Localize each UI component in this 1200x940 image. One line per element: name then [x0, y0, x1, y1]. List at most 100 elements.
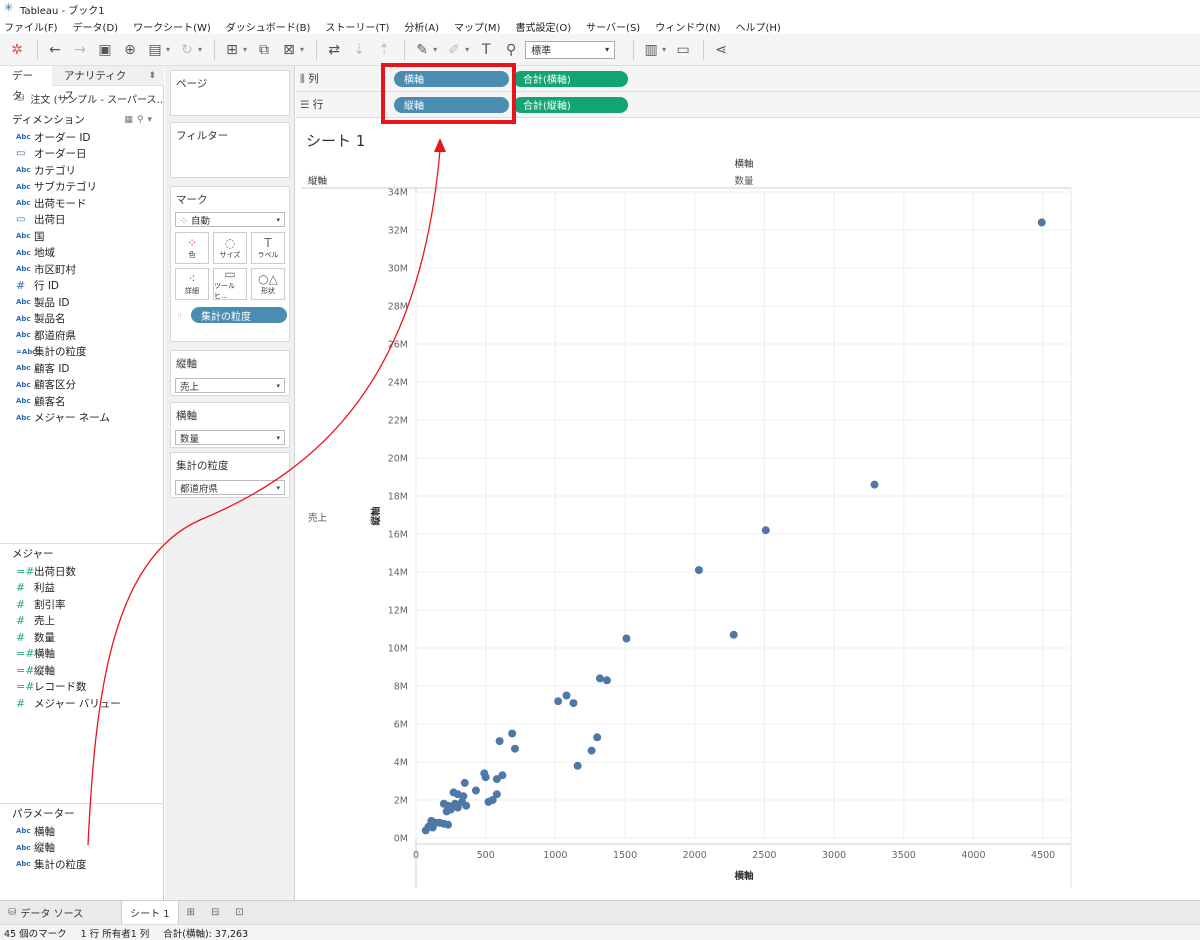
redo-icon[interactable]: → [69, 39, 91, 61]
fit-select[interactable]: 標準 ▾ [525, 40, 616, 59]
dimension-item[interactable]: =Abc 集計の粒度 [0, 344, 164, 361]
mark-button[interactable]: ⁖ 詳細 [175, 268, 209, 300]
undo-icon[interactable]: ← [44, 39, 66, 61]
datasource-item[interactable]: ⛁ 注文 (サンプル - スーパース… [0, 88, 164, 108]
dimension-name: 製品 ID [34, 296, 70, 309]
dimension-item[interactable]: Abc 製品 ID [0, 294, 164, 311]
dimension-item[interactable]: Abc オーダー ID [0, 129, 164, 146]
menu-format[interactable]: 書式設定(O) [515, 19, 571, 34]
measure-item[interactable]: # 数量 [0, 629, 164, 646]
menu-server[interactable]: サーバー(S) [586, 19, 640, 34]
menu-help[interactable]: ヘルプ(H) [736, 19, 781, 34]
menu-data[interactable]: データ(D) [73, 19, 119, 34]
tab-datasource[interactable]: ⛁ データ ソース [0, 901, 91, 925]
fix-axes-icon[interactable]: ⚲ [500, 39, 522, 61]
database-icon: ⛁ [8, 907, 17, 918]
measure-item[interactable]: # 売上 [0, 613, 164, 630]
columns-pill-sum[interactable]: 合計(横軸) [513, 70, 628, 87]
dimension-item[interactable]: Abc 製品名 [0, 311, 164, 328]
dimension-item[interactable]: Abc 顧客名 [0, 393, 164, 410]
parameter-select[interactable]: 売上 ▾ [175, 378, 285, 393]
sort-descending-icon[interactable]: ⇡ [373, 39, 395, 61]
measure-item[interactable]: =# レコード数 [0, 679, 164, 696]
mark-button-label: ツールヒ… [214, 282, 235, 300]
scatter-point [508, 729, 517, 738]
show-me-icon[interactable]: ▥ [640, 39, 662, 61]
menu-worksheet[interactable]: ワークシート(W) [133, 19, 211, 34]
pause-updates-icon[interactable]: ▤ [144, 39, 166, 61]
dimension-item[interactable]: Abc 顧客 ID [0, 360, 164, 377]
mark-type-select[interactable]: ⁘ 自動 ▾ [175, 212, 285, 227]
dimension-item[interactable]: ▭ オーダー日 [0, 146, 164, 163]
tableau-home-icon[interactable]: ✲ [6, 39, 28, 61]
dimension-item[interactable]: Abc 出荷モード [0, 195, 164, 212]
measure-item[interactable]: =# 出荷日数 [0, 563, 164, 580]
mark-button[interactable]: ○△ 形状 [251, 268, 285, 300]
dimension-tools-icon[interactable]: ▦⚲▾ [124, 112, 164, 129]
mark-button[interactable]: ▭ ツールヒ… [213, 267, 247, 300]
measure-item[interactable]: # 利益 [0, 580, 164, 597]
menu-dashboard[interactable]: ダッシュボード(B) [226, 19, 311, 34]
dimension-type-icon: # [16, 279, 26, 293]
save-icon[interactable]: ▣ [94, 39, 116, 61]
menu-map[interactable]: マップ(M) [454, 19, 500, 34]
new-worksheet-icon[interactable]: ⊞ [221, 39, 243, 61]
dimension-item[interactable]: # 行 ID [0, 278, 164, 295]
mark-button[interactable]: T ラベル [251, 232, 285, 264]
parameter-item[interactable]: Abc 縦軸 [0, 840, 164, 857]
duplicate-sheet-icon[interactable]: ⧉ [253, 39, 275, 61]
scatter-chart[interactable]: 横軸数量縦軸売上0M2M4M6M8M10M12M14M16M18M20M22M2… [296, 118, 1200, 900]
x-tick-label: 2000 [683, 850, 707, 861]
group-members-icon[interactable]: ✐ [443, 39, 465, 61]
sheet-tabs-bar: ⛁ データ ソース シート 1 ⊞ ⊟ ⊡ [0, 900, 1200, 925]
parameter-select[interactable]: 数量 ▾ [175, 430, 285, 445]
measure-item[interactable]: # 割引率 [0, 596, 164, 613]
swap-rows-columns-icon[interactable]: ⇄ [323, 39, 345, 61]
dimension-item[interactable]: ▭ 出荷日 [0, 212, 164, 229]
dimension-name: カテゴリ [34, 164, 76, 177]
parameter-select[interactable]: 都道府県 ▾ [175, 480, 285, 495]
rows-pill-sum[interactable]: 合計(縦軸) [513, 96, 628, 113]
share-icon[interactable]: ⋖ [710, 39, 732, 61]
parameter-type-icon: Abc [16, 827, 31, 836]
measure-item[interactable]: =# 横軸 [0, 646, 164, 663]
show-mark-labels-icon[interactable]: T [475, 39, 497, 61]
measure-item[interactable]: # メジャー バリュー [0, 695, 164, 712]
dimension-item[interactable]: Abc 市区町村 [0, 261, 164, 278]
parameter-item[interactable]: Abc 横軸 [0, 823, 164, 840]
menu-file[interactable]: ファイル(F) [4, 19, 58, 34]
dimension-item[interactable]: Abc 地域 [0, 245, 164, 262]
dimension-item[interactable]: Abc 国 [0, 228, 164, 245]
dimension-item[interactable]: Abc カテゴリ [0, 162, 164, 179]
highlight-icon[interactable]: ✎ [411, 39, 433, 61]
scatter-point [761, 526, 770, 535]
scatter-point [595, 674, 604, 683]
dimension-item[interactable]: Abc 顧客区分 [0, 377, 164, 394]
filters-card[interactable]: フィルター [170, 122, 290, 178]
tab-data[interactable]: データ [0, 66, 53, 102]
menu-story[interactable]: ストーリー(T) [325, 19, 389, 34]
scatter-point [484, 797, 493, 806]
tab-analytics[interactable]: アナリティクス [52, 66, 140, 102]
presentation-mode-icon[interactable]: ▭ [672, 39, 694, 61]
mark-button[interactable]: ◌ サイズ [213, 232, 247, 264]
tab-sheet1[interactable]: シート 1 [121, 900, 179, 925]
menu-window[interactable]: ウィンドウ(N) [655, 19, 720, 34]
new-dashboard-icon[interactable]: ⊟ [203, 901, 227, 925]
new-story-icon[interactable]: ⊡ [227, 901, 251, 925]
new-datasource-icon[interactable]: ⊕ [119, 39, 141, 61]
pages-card[interactable]: ページ [170, 70, 290, 116]
measure-item[interactable]: =# 縦軸 [0, 662, 164, 679]
clear-sheet-icon[interactable]: ⊠ [278, 39, 300, 61]
refresh-icon[interactable]: ↻ [176, 39, 198, 61]
detail-pill[interactable]: 集計の粒度 [191, 307, 287, 323]
dimension-item[interactable]: Abc メジャー ネーム [0, 410, 164, 427]
mark-button[interactable]: ⁘ 色 [175, 232, 209, 264]
pane-menu-icon[interactable]: ⬍ [140, 66, 164, 85]
parameter-item[interactable]: Abc 集計の粒度 [0, 856, 164, 873]
sort-ascending-icon[interactable]: ⇣ [348, 39, 370, 61]
dimension-item[interactable]: Abc 都道府県 [0, 327, 164, 344]
new-worksheet-icon[interactable]: ⊞ [179, 901, 203, 925]
dimension-item[interactable]: Abc サブカテゴリ [0, 179, 164, 196]
menu-analysis[interactable]: 分析(A) [404, 19, 439, 34]
